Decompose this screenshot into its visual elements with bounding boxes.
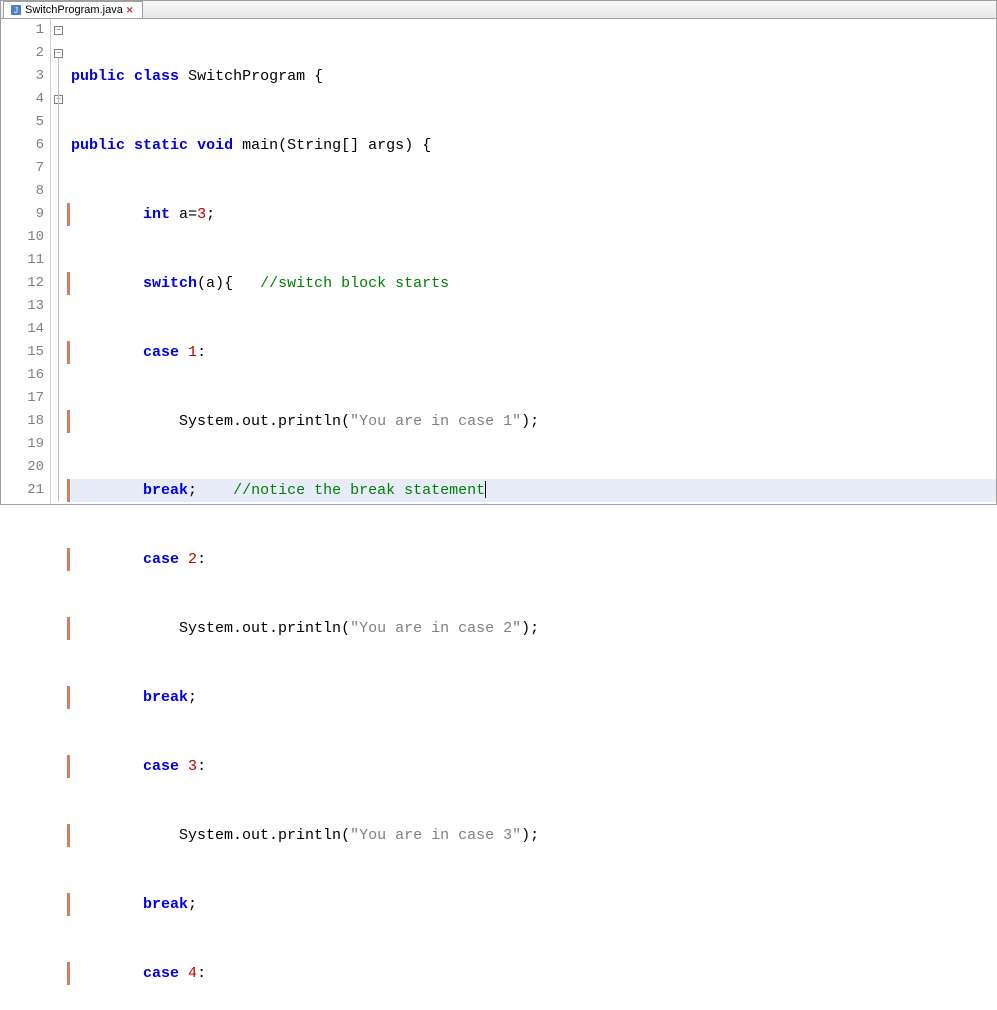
- change-marker: [67, 686, 70, 709]
- line-number: 2: [1, 42, 44, 65]
- line-number: 10: [1, 226, 44, 249]
- fold-gutter: − − −: [51, 19, 67, 504]
- line-number: 20: [1, 456, 44, 479]
- close-icon[interactable]: ✕: [126, 5, 136, 15]
- code-line: case 1:: [71, 341, 996, 364]
- change-marker: [67, 824, 70, 847]
- line-number: 3: [1, 65, 44, 88]
- line-number: 4: [1, 88, 44, 111]
- text-cursor: [485, 481, 486, 498]
- line-number: 1: [1, 19, 44, 42]
- line-number: 19: [1, 433, 44, 456]
- line-number: 21: [1, 479, 44, 502]
- change-marker: [67, 893, 70, 916]
- code-line: switch(a){ //switch block starts: [71, 272, 996, 295]
- line-number: 14: [1, 318, 44, 341]
- line-number: 17: [1, 387, 44, 410]
- line-number-gutter: 123456789101112131415161718192021: [1, 19, 51, 504]
- tab-filename: SwitchProgram.java: [25, 4, 123, 16]
- change-marker: [67, 479, 70, 502]
- code-line: System.out.println("You are in case 2");: [71, 617, 996, 640]
- code-line: break;: [71, 893, 996, 916]
- line-number: 8: [1, 180, 44, 203]
- change-marker: [67, 548, 70, 571]
- fold-toggle-icon[interactable]: −: [54, 26, 63, 35]
- file-tab[interactable]: J SwitchProgram.java ✕: [3, 1, 143, 18]
- code-line: System.out.println("You are in case 3");: [71, 824, 996, 847]
- svg-text:J: J: [14, 6, 18, 15]
- code-line: case 3:: [71, 755, 996, 778]
- editor-area: 123456789101112131415161718192021 − − − …: [1, 19, 996, 504]
- line-number: 6: [1, 134, 44, 157]
- change-marker: [67, 962, 70, 985]
- code-line: case 4:: [71, 962, 996, 985]
- line-number: 11: [1, 249, 44, 272]
- line-number: 13: [1, 295, 44, 318]
- code-line: case 2:: [71, 548, 996, 571]
- fold-toggle-icon[interactable]: −: [54, 49, 63, 58]
- line-number: 18: [1, 410, 44, 433]
- change-marker: [67, 755, 70, 778]
- line-number: 5: [1, 111, 44, 134]
- code-line: System.out.println("You are in case 1");: [71, 410, 996, 433]
- code-line: break;: [71, 686, 996, 709]
- line-number: 12: [1, 272, 44, 295]
- code-line: break; //notice the break statement: [71, 479, 996, 502]
- code-line: public class SwitchProgram {: [71, 65, 996, 88]
- code-line: public static void main(String[] args) {: [71, 134, 996, 157]
- line-number: 15: [1, 341, 44, 364]
- line-number: 9: [1, 203, 44, 226]
- change-marker: [67, 410, 70, 433]
- tab-bar: J SwitchProgram.java ✕: [1, 1, 996, 19]
- change-marker: [67, 203, 70, 226]
- code-line: int a=3;: [71, 203, 996, 226]
- line-number: 16: [1, 364, 44, 387]
- change-marker: [67, 341, 70, 364]
- code-area[interactable]: public class SwitchProgram { public stat…: [67, 19, 996, 504]
- change-marker: [67, 272, 70, 295]
- fold-line: [58, 58, 59, 502]
- java-file-icon: J: [10, 4, 22, 16]
- line-number: 7: [1, 157, 44, 180]
- change-marker: [67, 617, 70, 640]
